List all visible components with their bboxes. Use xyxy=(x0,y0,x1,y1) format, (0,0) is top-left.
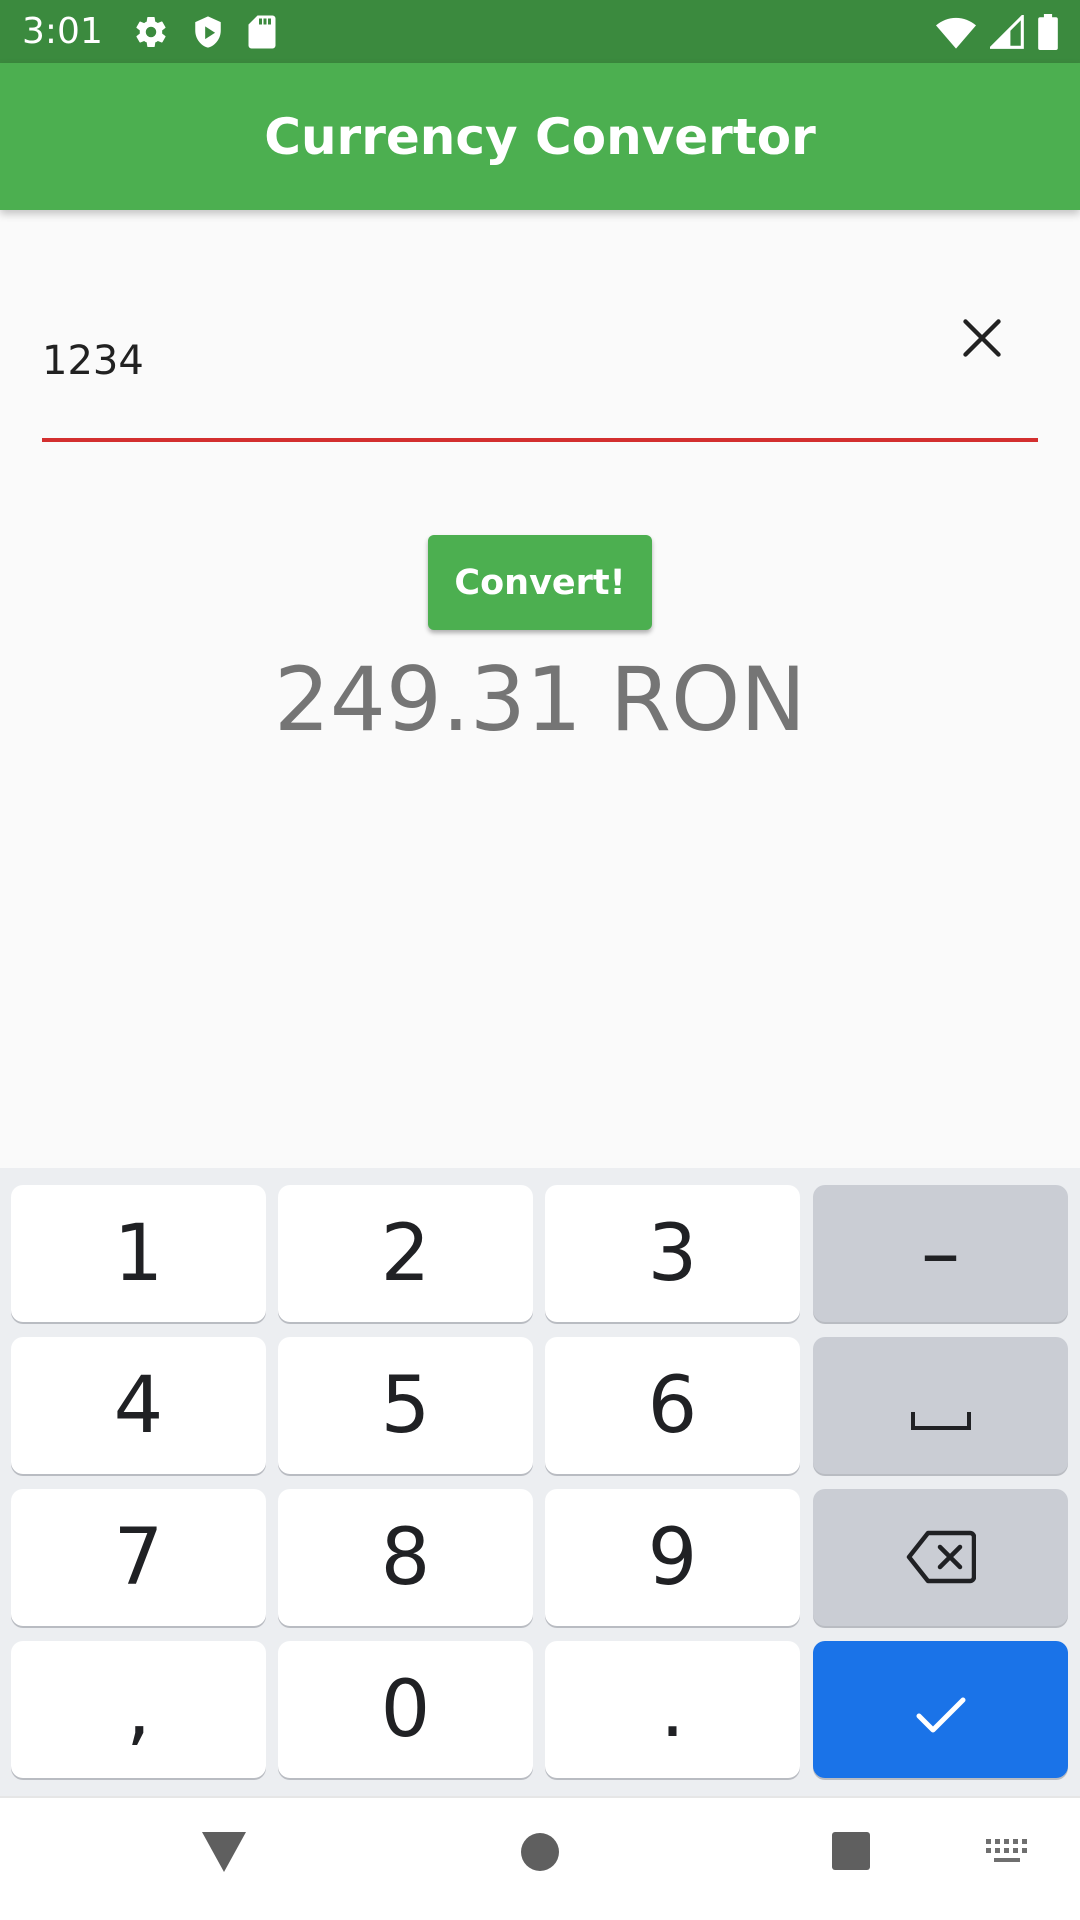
numeric-keyboard: 1 2 3 – 4 5 6 7 8 9 , 0 . xyxy=(0,1168,1080,1796)
key-1[interactable]: 1 xyxy=(11,1185,266,1322)
key-5[interactable]: 5 xyxy=(278,1337,533,1474)
gear-icon xyxy=(133,14,169,50)
back-button[interactable] xyxy=(200,1830,248,1879)
key-done[interactable] xyxy=(813,1641,1068,1778)
back-icon xyxy=(200,1830,248,1879)
key-space[interactable] xyxy=(813,1337,1068,1474)
navigation-bar xyxy=(0,1796,1080,1920)
app-title: Currency Convertor xyxy=(264,107,816,166)
signal-icon xyxy=(990,14,1024,49)
space-icon xyxy=(910,1361,971,1451)
battery-icon xyxy=(1038,13,1058,50)
key-backspace[interactable] xyxy=(813,1489,1068,1626)
home-button[interactable] xyxy=(518,1830,562,1879)
wifi-icon xyxy=(936,15,976,49)
key-6[interactable]: 6 xyxy=(545,1337,800,1474)
keyboard-icon xyxy=(985,1838,1031,1873)
shield-icon xyxy=(191,14,225,50)
clear-button[interactable] xyxy=(942,300,1022,380)
recents-icon xyxy=(830,1830,872,1877)
convert-button[interactable]: Convert! xyxy=(428,535,652,630)
key-7[interactable]: 7 xyxy=(11,1489,266,1626)
key-minus[interactable]: – xyxy=(813,1185,1068,1322)
amount-input[interactable] xyxy=(42,326,942,396)
key-4[interactable]: 4 xyxy=(11,1337,266,1474)
keyboard-switch-button[interactable] xyxy=(985,1838,1031,1873)
conversion-result: 249.31 RON xyxy=(273,648,807,751)
key-2[interactable]: 2 xyxy=(278,1185,533,1322)
recents-button[interactable] xyxy=(830,1830,872,1877)
status-time: 3:01 xyxy=(22,11,103,52)
home-icon xyxy=(518,1830,562,1879)
key-3[interactable]: 3 xyxy=(545,1185,800,1322)
key-comma[interactable]: , xyxy=(11,1641,266,1778)
key-8[interactable]: 8 xyxy=(278,1489,533,1626)
close-icon xyxy=(960,316,1004,365)
input-underline xyxy=(42,438,1038,442)
key-period[interactable]: . xyxy=(545,1641,800,1778)
key-0[interactable]: 0 xyxy=(278,1641,533,1778)
backspace-icon xyxy=(906,1513,976,1603)
sd-card-icon xyxy=(247,14,277,50)
app-bar: Currency Convertor xyxy=(0,63,1080,210)
key-9[interactable]: 9 xyxy=(545,1489,800,1626)
amount-field xyxy=(42,300,1038,444)
check-icon xyxy=(915,1665,967,1755)
status-bar: 3:01 xyxy=(0,0,1080,63)
